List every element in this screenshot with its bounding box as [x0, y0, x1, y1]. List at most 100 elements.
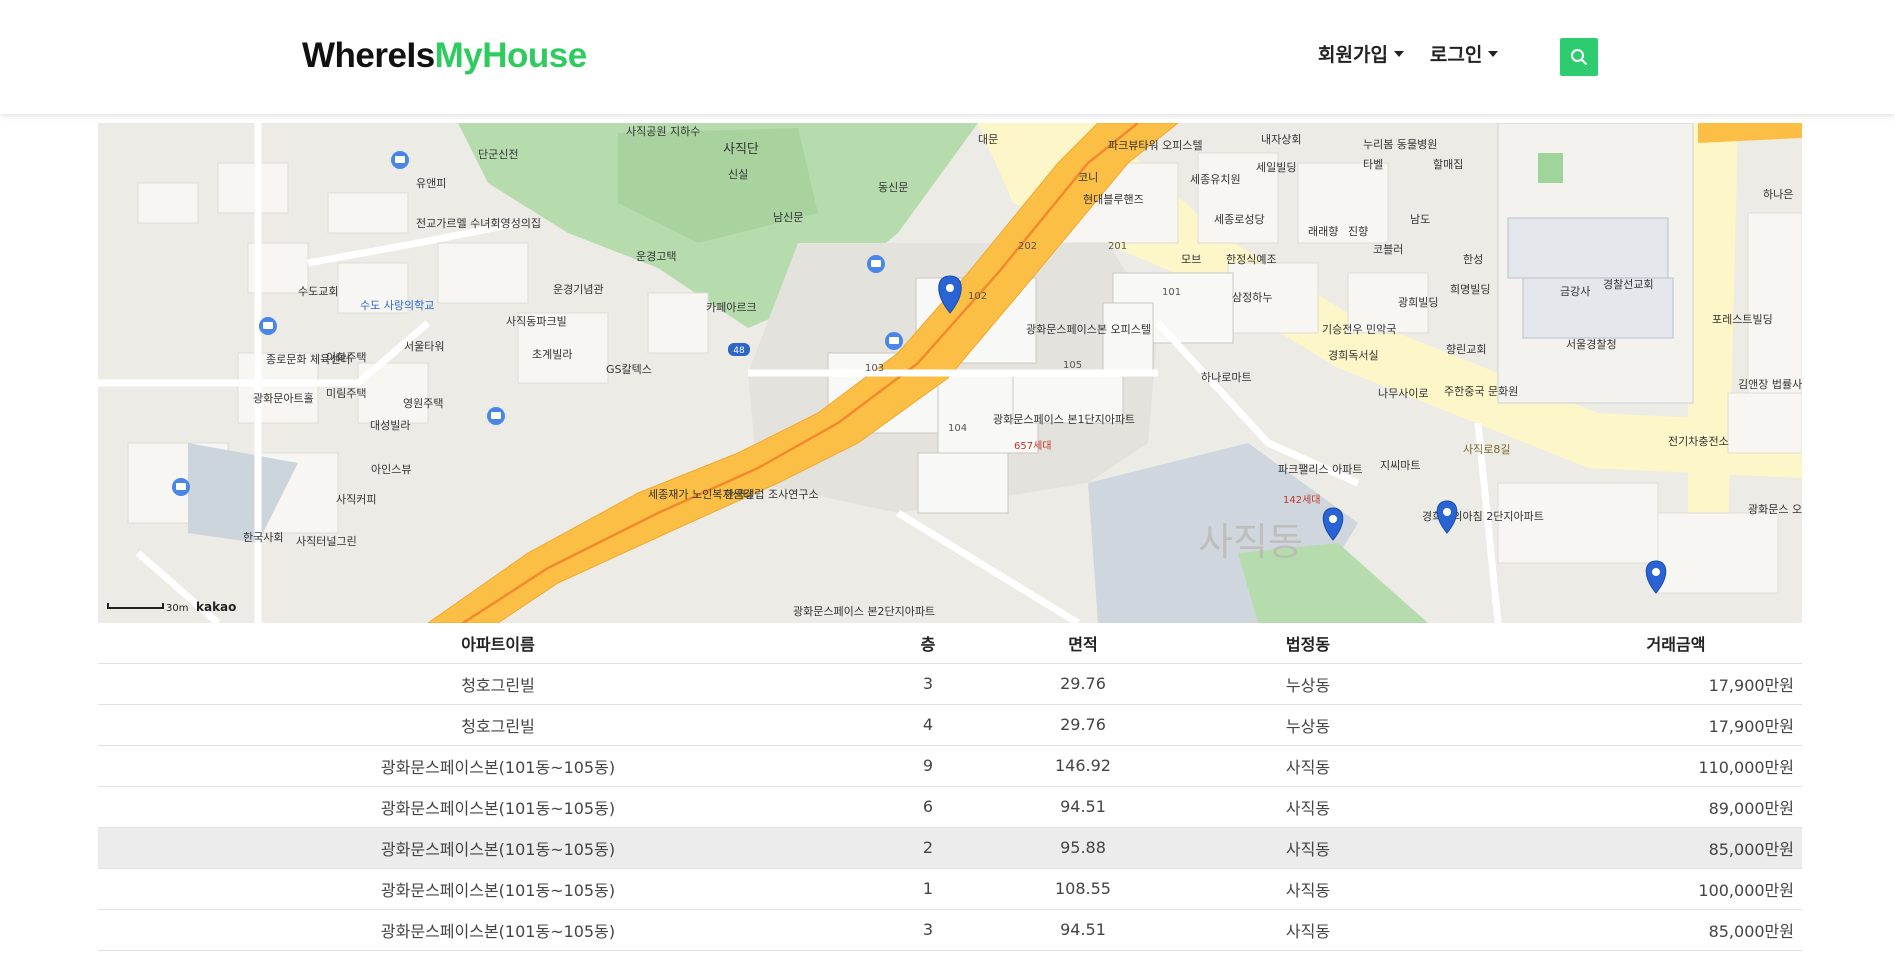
col-header-name[interactable]: 아파트이름 [98, 623, 898, 664]
cell-price: 89,000만원 [1408, 786, 1802, 828]
chevron-down-icon [1393, 50, 1404, 57]
cell-area: 94.51 [958, 786, 1208, 828]
label-kimjang: 김앤장 법률사무소 [1738, 378, 1802, 391]
cell-price: 85,000만원 [1408, 909, 1802, 951]
label-nuribom: 누리봄 동물병원 [1363, 138, 1437, 151]
label-yeongwon: 영원주택 [403, 397, 443, 410]
login-dropdown[interactable]: 로그인 [1429, 40, 1499, 67]
label-sajik-dong: 사직동 [1198, 520, 1303, 564]
cell-dong: 사직동 [1208, 909, 1408, 951]
label-parkpalace: 파크팰리스 아파트 [1278, 463, 1362, 476]
table-row-hovered[interactable]: 광화문스페이스본(101동~105동) 2 95.88 사직동 85,000만원 [98, 827, 1802, 869]
bus-stop-icon[interactable] [487, 407, 505, 425]
bus-stop-icon[interactable] [867, 255, 885, 273]
signup-label: 회원가입 [1318, 44, 1388, 66]
label-halmae: 할매집 [1433, 158, 1463, 171]
label-mobu: 모브 [1181, 253, 1201, 266]
label-gwanghwa-office: 광화문스페이스본 오피스텔 [1026, 323, 1151, 336]
search-button[interactable] [1560, 38, 1598, 76]
label-naejasang: 내자상회 [1261, 133, 1301, 146]
brand-part2: MyHouse [434, 36, 588, 75]
label-households: 657세대 [1014, 440, 1052, 452]
label-namu: 나무사이로 [1378, 387, 1429, 400]
cell-dong: 누상동 [1208, 704, 1408, 746]
cell-name: 광화문스페이스본(101동~105동) [98, 868, 898, 910]
cell-price: 100,000만원 [1408, 868, 1802, 910]
label-sajik-villa: 사직동파크빌 [506, 315, 567, 328]
cell-dong: 누상동 [1208, 663, 1408, 705]
scale-label: 30m [166, 603, 188, 614]
bus-stop-icon[interactable] [259, 317, 277, 335]
bus-stop-icon[interactable] [885, 332, 903, 350]
label-kobuler: 코블러 [1373, 243, 1403, 256]
label-gs: GS칼텍스 [606, 363, 652, 376]
route-badge-48: 48 [728, 343, 750, 356]
col-header-area[interactable]: 면적 [958, 623, 1208, 664]
col-header-floor[interactable]: 층 [898, 623, 958, 664]
cell-area: 29.76 [958, 663, 1208, 705]
table-row[interactable]: 광화문스페이스본(101동~105동) 3 94.51 사직동 85,000만원 [98, 909, 1802, 951]
label-hyundai: 현대블루핸즈 [1083, 193, 1144, 206]
cell-name: 광화문스페이스본(101동~105동) [98, 786, 898, 828]
label-count-142: 142세대 [1283, 494, 1321, 506]
label-jinhyang: 진향 [1348, 225, 1368, 238]
cell-area: 146.92 [958, 745, 1208, 787]
cell-price: 85,000만원 [1408, 827, 1802, 869]
label-b104: 104 [948, 423, 967, 434]
signup-dropdown[interactable]: 회원가입 [1318, 40, 1404, 67]
label-b105: 105 [1063, 360, 1082, 371]
table-row[interactable]: 광화문스페이스본(101동~105동) 9 146.92 사직동 110,000… [98, 745, 1802, 787]
table-row[interactable]: 광화문스페이스본(101동~105동) 6 94.51 사직동 89,000만원 [98, 786, 1802, 828]
cell-floor: 3 [898, 909, 958, 951]
label-b202: 202 [1018, 241, 1037, 252]
brand-logo[interactable]: WhereIsMyHouse [302, 36, 587, 76]
deals-table: 아파트이름 층 면적 법정동 거래금액 청호그린빌 3 29.76 누상동 17… [98, 623, 1802, 951]
col-header-dong[interactable]: 법정동 [1208, 623, 1408, 664]
cell-floor: 3 [898, 663, 958, 705]
table-row[interactable]: 청호그린빌 4 29.76 누상동 17,900만원 [98, 704, 1802, 746]
cell-price: 110,000만원 [1408, 745, 1802, 787]
chevron-down-icon [1488, 50, 1499, 57]
table-row[interactable]: 청호그린빌 3 29.76 누상동 17,900만원 [98, 663, 1802, 705]
label-sejong-hall: 세종로성당 [1214, 213, 1265, 226]
navbar: WhereIsMyHouse 회원가입 로그인 [0, 0, 1895, 114]
label-b101: 101 [1162, 287, 1181, 298]
label-daesung: 대성빌라 [370, 419, 410, 432]
label-forest: 포레스트빌딩 [1712, 313, 1773, 326]
label-mirim: 미림주택 [326, 387, 366, 400]
label-hanaro: 하나로마트 [1201, 370, 1252, 384]
label-sajikdan: 사직단 [723, 142, 759, 157]
cell-floor: 6 [898, 786, 958, 828]
label-huimyung: 희명빌딩 [1450, 283, 1490, 296]
label-hyangrin: 향린교회 [1446, 343, 1486, 356]
cell-dong: 사직동 [1208, 868, 1408, 910]
label-b201: 201 [1108, 241, 1127, 252]
label-samjeong: 삼정하누 [1232, 290, 1272, 304]
label-police-center: 경찰선교회 [1603, 278, 1654, 291]
label-gyeonghui-seosil: 경희독서실 [1328, 349, 1379, 362]
label-juhan: 주한중국 문화원 [1444, 385, 1518, 398]
map-view[interactable]: 사직공원 지하수 사직단 신실 동신문 남신문 대문 유앤피 단군신전 전교가르… [98, 123, 1802, 623]
cell-price: 17,900만원 [1408, 663, 1802, 705]
label-b102: 102 [968, 291, 987, 302]
cell-name: 청호그린빌 [98, 663, 898, 705]
cell-name: 광화문스페이스본(101동~105동) [98, 909, 898, 951]
bus-stop-icon[interactable] [172, 478, 190, 496]
col-header-price[interactable]: 거래금액 [1408, 623, 1802, 664]
login-label: 로그인 [1429, 44, 1483, 66]
label-dangun: 단군신전 [478, 148, 518, 161]
table-row[interactable]: 광화문스페이스본(101동~105동) 1 108.55 사직동 100,000… [98, 868, 1802, 910]
label-undgyeong-go: 운경고택 [636, 250, 676, 263]
label-sudo-clinic: 수도 사랑의학교 [360, 299, 434, 312]
label-chogye: 초계빌라 [532, 348, 572, 361]
label-seoul-police: 서울경찰청 [1566, 338, 1617, 351]
cell-floor: 1 [898, 868, 958, 910]
label-hanaeun: 하나은 [1763, 187, 1793, 201]
cell-floor: 2 [898, 827, 958, 869]
bus-stop-icon[interactable] [391, 151, 409, 169]
deals-table-container: 아파트이름 층 면적 법정동 거래금액 청호그린빌 3 29.76 누상동 17… [98, 623, 1802, 951]
label-sajik-park: 사직공원 지하수 [626, 124, 700, 138]
kakao-logo: kakao [196, 600, 236, 614]
label-korea-gallup: 한국갤럽 조사연구소 [724, 487, 819, 501]
label-gisung: 기승전우 [1322, 323, 1362, 336]
